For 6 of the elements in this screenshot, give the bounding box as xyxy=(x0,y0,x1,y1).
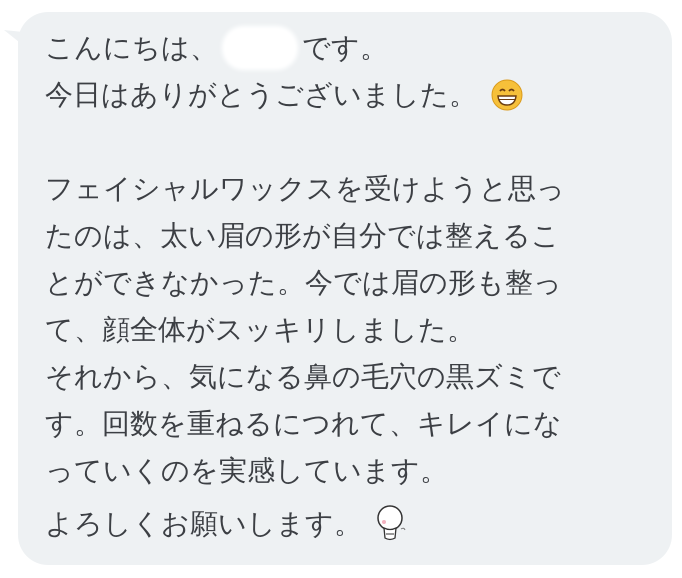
message-text: フェイシャルワックスを受けようと思っ たのは、太い眉の形が自分では整えるこ とができなかった。今では眉の形も整っ て、顔全体がスッキリしました。 xyxy=(45,171,565,348)
greeting-text: こんにちは、 xyxy=(45,30,218,66)
greeting-text: です。 xyxy=(302,30,388,66)
message-text: それから、気になる鼻の毛穴の黒ズミで す。回数を重ねるにつれて、キレイにな っていくのを実感しています。 xyxy=(45,359,562,489)
message-text: 今日はありがとうございました。 xyxy=(45,77,477,113)
message-text: よろしくお願いします。 xyxy=(45,506,362,542)
